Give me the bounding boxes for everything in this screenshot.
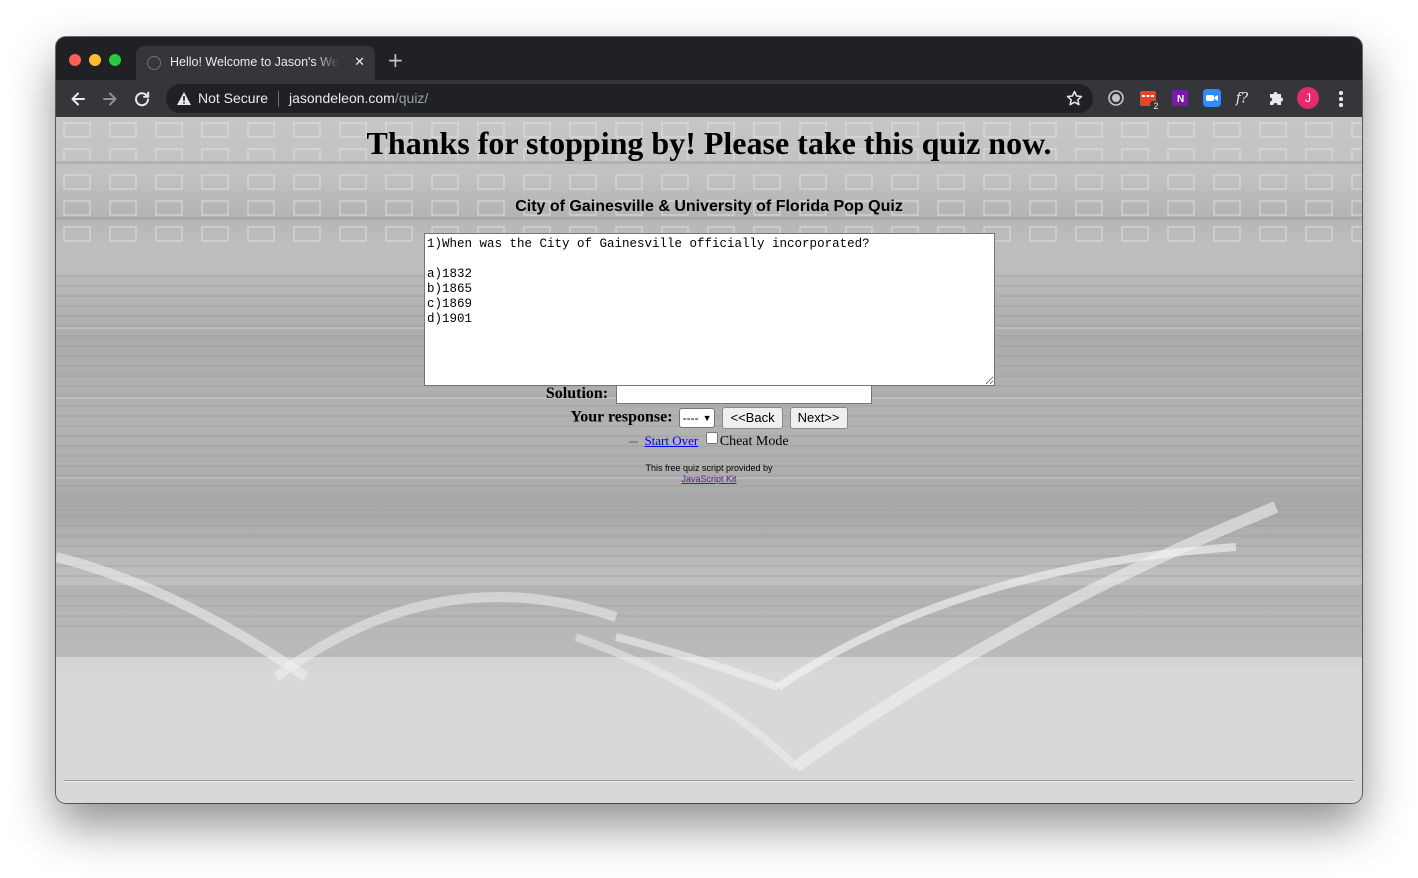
more-menu-icon[interactable] [1334, 90, 1348, 108]
url-path: /quiz/ [394, 90, 429, 106]
stadium-background-image [56, 117, 1362, 803]
arrow-left-icon [71, 92, 85, 106]
reload-icon [135, 91, 150, 107]
browser-tab[interactable]: Hello! Welcome to Jason's Website ✕ [136, 46, 375, 80]
close-tab-icon[interactable]: ✕ [354, 54, 365, 72]
font-question-icon: f? [1235, 91, 1249, 107]
zoom-window-button[interactable] [109, 54, 121, 66]
new-tab-button[interactable]: + [387, 49, 404, 71]
dash-icon [629, 440, 639, 443]
profile-avatar[interactable]: J [1297, 87, 1319, 109]
tab-title: Hello! Welcome to Jason's Website [170, 55, 340, 69]
response-select[interactable]: ---- ▼ [678, 408, 716, 428]
solution-label: Solution: [545, 385, 609, 403]
tab-strip: Hello! Welcome to Jason's Website ✕ + [56, 37, 1362, 80]
page-headline: Thanks for stopping by! Please take this… [366, 125, 1052, 161]
reload-button[interactable] [129, 86, 155, 112]
record-extension-icon[interactable] [1107, 89, 1125, 107]
solution-row: Solution: [56, 385, 1362, 404]
solution-input[interactable] [616, 385, 873, 404]
onenote-icon: N [1172, 90, 1188, 106]
omnibox-separator [278, 91, 279, 107]
puzzle-extension-icon[interactable] [1267, 89, 1285, 107]
onenote-letter: N [1177, 94, 1184, 105]
cheat-mode-checkbox[interactable] [705, 432, 718, 444]
arrow-right-icon [103, 92, 117, 106]
security-status[interactable]: Not Secure [198, 90, 268, 106]
warning-icon [177, 92, 191, 105]
fonts-extension-icon[interactable]: f? [1235, 89, 1253, 107]
back-quiz-button[interactable]: <<Back [722, 407, 783, 429]
cheat-mode-label: Cheat Mode [719, 434, 789, 449]
url-text[interactable]: jasondeleon.com/quiz/ [289, 90, 428, 106]
browser-window: Hello! Welcome to Jason's Website ✕ + [56, 37, 1362, 803]
response-label: Your response: [570, 408, 673, 426]
browser-toolbar: Not Secure jasondeleon.com/quiz/ 2 N f? … [56, 80, 1362, 117]
start-over-link[interactable]: Start Over [644, 433, 698, 448]
question-textarea[interactable]: 1)When was the City of Gainesville offic… [424, 233, 995, 386]
credit-text: This free quiz script provided by [645, 463, 773, 473]
puzzle-icon [1270, 92, 1283, 105]
bookmark-star-icon[interactable] [1066, 90, 1083, 107]
fonts-glyph: f? [1235, 91, 1249, 107]
response-row: Your response: ---- ▼ <<Back Next>> [56, 407, 1362, 429]
horizontal-rule [64, 780, 1354, 782]
globe-icon [147, 56, 161, 70]
zoom-extension-icon[interactable] [1203, 89, 1221, 107]
address-bar[interactable]: Not Secure jasondeleon.com/quiz/ [166, 84, 1093, 113]
next-quiz-button[interactable]: Next>> [789, 407, 848, 429]
minimize-window-button[interactable] [89, 54, 101, 66]
todoist-extension-icon[interactable]: 2 [1139, 89, 1162, 112]
page-viewport: Thanks for stopping by! Please take this… [56, 117, 1362, 803]
video-camera-icon [1203, 89, 1221, 107]
javascript-kit-link[interactable]: JavaScript Kit [681, 474, 736, 484]
back-button[interactable] [65, 86, 91, 112]
record-icon [1108, 90, 1124, 106]
extension-badge: 2 [1150, 101, 1162, 112]
controls-row: Start Over Cheat Mode [56, 432, 1362, 450]
close-window-button[interactable] [69, 54, 81, 66]
quiz-title: City of Gainesville & University of Flor… [515, 198, 903, 215]
chevron-down-icon: ▼ [702, 413, 712, 423]
url-host: jasondeleon.com [289, 90, 395, 106]
response-selected-value: ---- [682, 411, 699, 425]
onenote-extension-icon[interactable]: N [1171, 89, 1189, 107]
script-credit: This free quiz script provided by JavaSc… [56, 463, 1362, 485]
forward-button[interactable] [97, 86, 123, 112]
